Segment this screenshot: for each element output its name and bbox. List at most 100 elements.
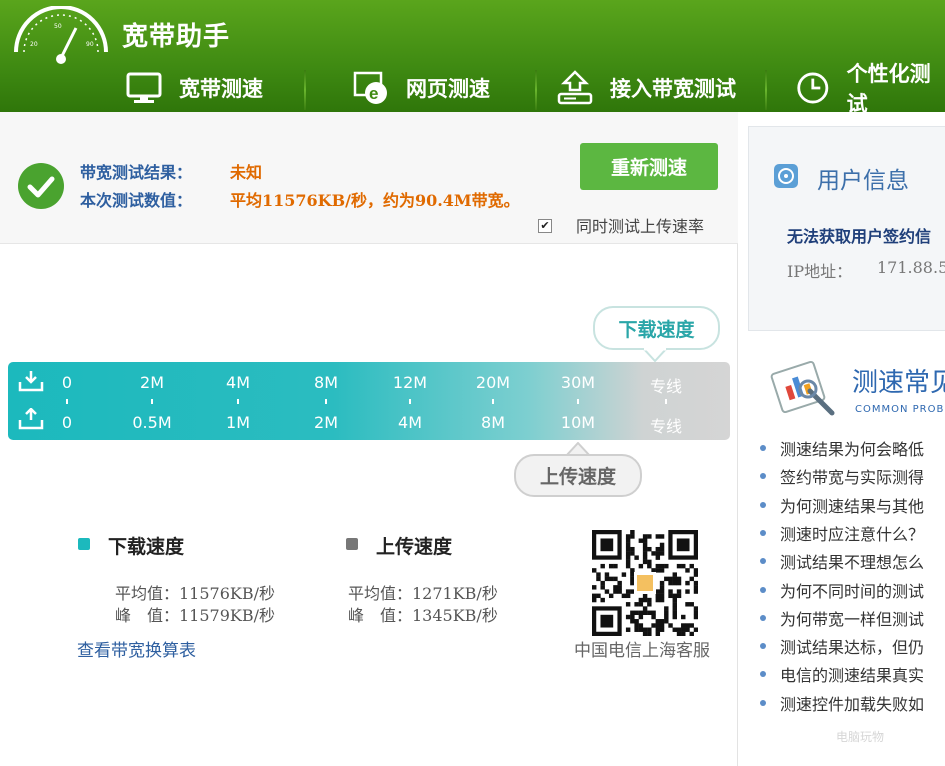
bullet-icon (760, 445, 766, 451)
upload-scale-tick: 0.5M (132, 413, 172, 432)
result-value: 未知 (230, 163, 263, 182)
faq-chart-icon (770, 360, 835, 416)
faq-item-label: 测试结果达标，但仍 (780, 638, 925, 658)
measured-value: 平均11576KB/秒，约为90.4M带宽。 (230, 191, 520, 210)
tab-label: 个性化测试 (846, 62, 931, 116)
tab-webpage-speed-test[interactable]: e 网页测速 (352, 64, 490, 112)
bullet-icon (760, 501, 766, 508)
ip-label: IP地址： (787, 262, 853, 281)
faq-item[interactable]: 为何测速结果与其他 (760, 491, 924, 519)
tab-label: 接入带宽测试 (610, 77, 736, 101)
nav-divider (535, 70, 537, 110)
ip-value: 171.88.57 (877, 258, 945, 277)
upload-test-checkbox[interactable]: ✔ (538, 219, 552, 233)
header: 20 50 90 宽带助手 宽带测速 e 网页测速 接入带宽测试 个性化测试 (0, 0, 945, 116)
upload-peak: 峰 值：1345KB/秒 (348, 606, 498, 625)
faq-item[interactable]: 为何不同时间的测试 (760, 576, 924, 604)
faq-item-label: 为何不同时间的测试 (780, 581, 925, 601)
svg-text:20: 20 (30, 41, 38, 48)
svg-text:e: e (369, 84, 378, 103)
faq-item[interactable]: 电信的测速结果真实 (760, 660, 924, 688)
faq-item[interactable]: 测速时应注意什么？ (760, 519, 924, 547)
main-nav: 宽带测速 e 网页测速 接入带宽测试 个性化测试 (0, 62, 945, 116)
watermark: 电脑玩物 (836, 730, 885, 744)
scale-tick-mark (409, 399, 411, 404)
tab-label: 网页测速 (406, 77, 490, 101)
tab-personalized-test[interactable]: 个性化测试 (795, 62, 945, 116)
download-tray-icon (18, 371, 44, 392)
download-speed-bubble: 下载速度 (593, 306, 720, 350)
bullet-icon (760, 614, 766, 621)
scale-tick-mark (66, 399, 68, 404)
app-window: 20 50 90 宽带助手 宽带测速 e 网页测速 接入带宽测试 个性化测试 带… (0, 0, 945, 766)
bullet-icon (760, 558, 766, 565)
qr-code-icon[interactable] (592, 530, 698, 636)
tab-label: 宽带测速 (179, 77, 263, 101)
upload-scale-tick: 2M (314, 413, 338, 432)
faq-item[interactable]: 签约带宽与实际测得 (760, 462, 924, 490)
user-info-message: 无法获取用户签约信 (787, 227, 932, 246)
download-scale-tick: 12M (392, 373, 428, 392)
upload-device-icon (557, 70, 593, 105)
upload-average: 平均值：1271KB/秒 (348, 584, 498, 603)
user-info-title: 用户信息 (817, 168, 909, 194)
download-scale-tick: 8M (314, 373, 338, 392)
faq-item-label: 测试结果不理想怎么 (780, 553, 925, 573)
scale-tick-mark (237, 399, 239, 404)
faq-item[interactable]: 测试结果达标，但仍 (760, 632, 924, 660)
speed-scale-bar: 0 2M 4M 8M 12M 20M 30M 专线 0 0.5M 1M 2M 4M 8M 10M 专线 (8, 362, 730, 440)
speedometer-logo-icon: 20 50 90 (14, 6, 108, 64)
download-scale-tick: 20M (475, 373, 511, 392)
download-scale-tick: 专线 (649, 377, 683, 396)
tab-broadband-speed-test[interactable]: 宽带测速 (125, 64, 263, 112)
ie-browser-icon: e (353, 71, 387, 104)
scale-tick-mark (577, 399, 579, 404)
upload-legend-swatch (346, 538, 358, 550)
upload-scale-tick: 0 (61, 413, 73, 432)
user-info-panel: 用户信息 无法获取用户签约信 IP地址： 171.88.57 (748, 126, 945, 331)
scale-tick-mark (325, 399, 327, 404)
user-info-icon (774, 164, 798, 188)
faq-item[interactable]: 测速控件加载失败如 (760, 689, 924, 717)
upload-bubble-label: 上传速度 (539, 466, 616, 488)
result-label: 带宽测试结果： (80, 163, 193, 182)
upload-scale-tick: 8M (481, 413, 505, 432)
faq-item-label: 电信的测速结果真实 (780, 666, 925, 686)
right-sidebar: 用户信息 无法获取用户签约信 IP地址： 171.88.57 测速常见 COMM… (740, 112, 945, 766)
bullet-icon (760, 529, 766, 536)
bandwidth-conversion-link[interactable]: 查看带宽换算表 (77, 636, 196, 661)
upload-stats-title: 上传速度 (376, 536, 453, 558)
qr-caption: 中国电信上海客服 (574, 641, 710, 661)
bullet-icon (760, 671, 766, 678)
measured-value-label: 本次测试数值： (80, 191, 193, 210)
monitor-icon (126, 72, 162, 103)
download-stats-title: 下载速度 (108, 536, 185, 558)
download-bubble-label: 下载速度 (618, 318, 695, 341)
nav-divider (304, 70, 306, 110)
download-scale-tick: 4M (226, 373, 250, 392)
upload-scale-tick: 10M (560, 413, 596, 432)
faq-item[interactable]: 测速结果为何会略低 (760, 434, 924, 462)
download-peak: 峰 值：11579KB/秒 (115, 606, 276, 625)
faq-item[interactable]: 为何带宽一样但测试 (760, 604, 924, 632)
upload-scale-tick: 专线 (649, 417, 683, 436)
faq-item-label: 签约带宽与实际测得 (780, 468, 925, 488)
retest-button[interactable]: 重新测速 (580, 143, 718, 190)
tab-access-bandwidth-test[interactable]: 接入带宽测试 (556, 64, 736, 112)
nav-divider (765, 70, 767, 110)
bubble-pointer (643, 348, 667, 362)
faq-item-label: 测速结果为何会略低 (780, 440, 925, 459)
speed-test-panel: 带宽测试结果： 未知 本次测试数值： 平均11576KB/秒，约为90.4M带宽… (0, 112, 738, 766)
faq-item-label: 测速时应注意什么？ (780, 524, 925, 544)
svg-text:90: 90 (86, 41, 94, 48)
upload-scale-tick: 1M (226, 413, 250, 432)
upload-test-label[interactable]: 同时测试上传速率 (576, 213, 704, 237)
faq-item[interactable]: 测试结果不理想怎么 (760, 547, 924, 575)
faq-item-label: 为何测速结果与其他 (780, 496, 925, 516)
bullet-icon (760, 699, 766, 706)
faq-item-label: 为何带宽一样但测试 (780, 609, 925, 629)
download-scale-tick: 0 (61, 373, 73, 392)
bullet-icon (760, 473, 766, 480)
download-scale-tick: 2M (140, 373, 164, 392)
scale-tick-mark (665, 399, 667, 404)
